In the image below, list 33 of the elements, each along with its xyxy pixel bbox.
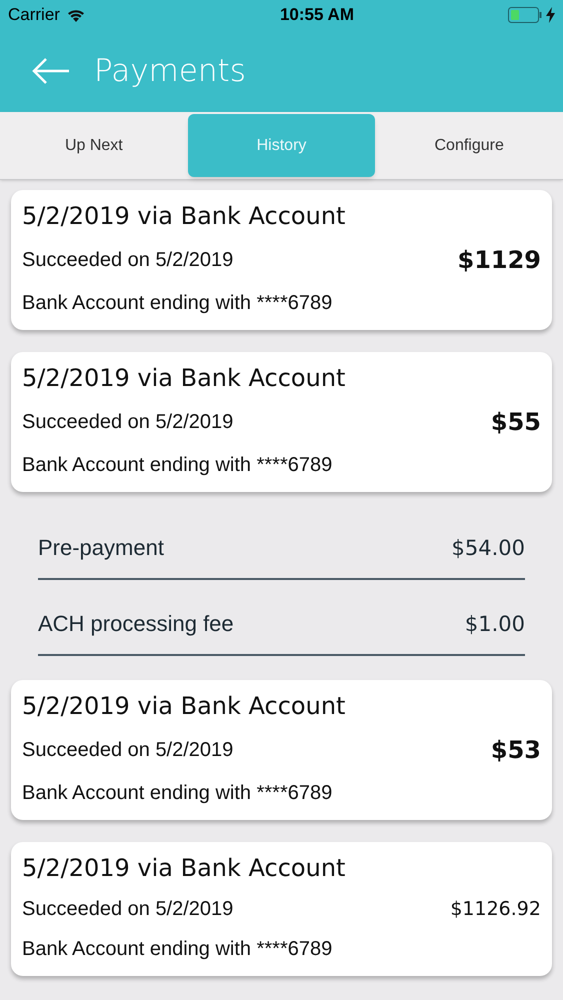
wifi-icon [66, 8, 86, 22]
payment-title: 5/2/2019 via Bank Account [22, 853, 346, 884]
back-arrow-icon[interactable] [32, 58, 70, 84]
payment-card[interactable]: 5/2/2019 via Bank Account Succeeded on 5/2/2019 $1126.92 Bank Account ending with ****6789 [11, 842, 552, 976]
payment-title: 5/2/2019 via Bank Account [22, 691, 346, 722]
payment-amount: $1129 [458, 245, 541, 276]
charging-bolt-icon [546, 7, 555, 23]
payment-amount: $53 [490, 735, 541, 766]
account-info: Bank Account ending with ****6789 [22, 937, 334, 962]
battery-icon [508, 7, 542, 23]
payment-status: Succeeded on 5/2/2019 [22, 738, 234, 763]
account-info: Bank Account ending with ****6789 [22, 781, 334, 806]
payment-card[interactable]: 5/2/2019 via Bank Account Succeeded on 5/2/2019 $1129 Bank Account ending with ****6789 [11, 190, 552, 330]
carrier-label: Carrier [8, 4, 60, 26]
breakdown-amount: $1.00 [464, 610, 525, 638]
page-title: Payments [94, 52, 246, 91]
account-info: Bank Account ending with ****6789 [22, 291, 334, 316]
account-info: Bank Account ending with ****6789 [22, 453, 334, 478]
payment-status: Succeeded on 5/2/2019 [22, 897, 234, 922]
payment-card[interactable]: 5/2/2019 via Bank Account Succeeded on 5/2/2019 $55 Bank Account ending with ****6789 [11, 352, 552, 492]
tab[interactable]: Configure [375, 112, 563, 179]
payment-title: 5/2/2019 via Bank Account [22, 363, 346, 394]
breakdown-label: ACH processing fee [38, 610, 234, 638]
breakdown-amount: $54.00 [452, 534, 525, 562]
payment-status: Succeeded on 5/2/2019 [22, 248, 234, 273]
clock-time: 10:55 AM [278, 4, 354, 26]
payment-title: 5/2/2019 via Bank Account [22, 201, 346, 232]
payment-status: Succeeded on 5/2/2019 [22, 410, 234, 435]
payment-card[interactable]: 5/2/2019 via Bank Account Succeeded on 5/2/2019 $53 Bank Account ending with ****6789 [11, 680, 552, 820]
breakdown-label: Pre-payment [38, 534, 164, 562]
payment-amount: $1126.92 [450, 896, 541, 922]
tab[interactable]: Up Next [0, 112, 188, 179]
payment-amount: $55 [490, 407, 541, 438]
